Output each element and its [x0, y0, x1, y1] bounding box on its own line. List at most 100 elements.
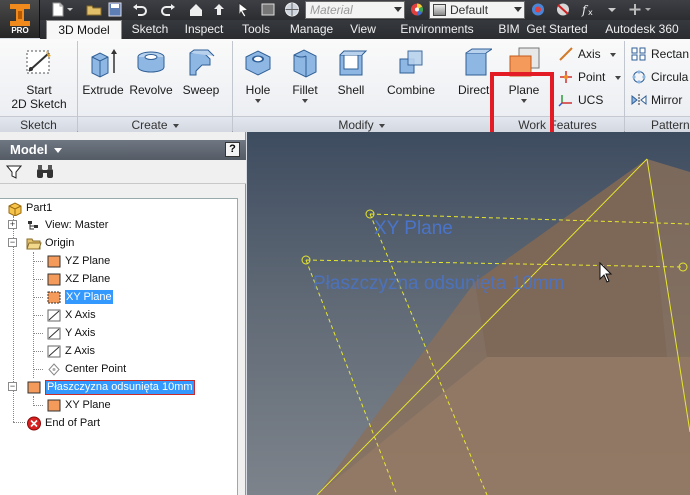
- chevron-down-icon: [610, 52, 617, 57]
- shell-button[interactable]: Shell: [332, 45, 370, 97]
- adjust-appearance-icon[interactable]: [530, 2, 546, 17]
- select-arrow-icon[interactable]: [235, 2, 251, 17]
- material-combo[interactable]: Material: [305, 1, 405, 19]
- browser-help-button[interactable]: ?: [225, 142, 240, 157]
- fillet-label: Fillet: [292, 83, 318, 97]
- combine-icon: [399, 50, 423, 74]
- circular-pattern-button[interactable]: Circula: [629, 68, 690, 86]
- tab-view[interactable]: View: [343, 20, 383, 39]
- combine-button[interactable]: Combine: [384, 45, 438, 97]
- save-icon[interactable]: [107, 2, 123, 17]
- part-icon: [8, 202, 22, 216]
- revolve-label: Revolve: [129, 83, 173, 97]
- tab-tools[interactable]: Tools: [232, 20, 280, 39]
- chevron-down-icon: [302, 99, 308, 103]
- appearance-globe-icon[interactable]: [284, 2, 300, 17]
- browser-title-dropdown[interactable]: Model: [10, 142, 63, 157]
- color-wheel-icon[interactable]: [409, 2, 425, 17]
- parameters-fx-icon[interactable]: fx: [580, 2, 596, 17]
- work-plane-icon: [47, 255, 61, 268]
- solid-plane-face-dark: [475, 159, 667, 357]
- combine-label: Combine: [386, 83, 436, 97]
- tab-sketch[interactable]: Sketch: [124, 20, 176, 39]
- ribbon-tab-bar: 3D Model Sketch Inspect Tools Manage Vie…: [40, 20, 690, 39]
- mirror-button[interactable]: Mirror: [629, 91, 690, 109]
- update-icon[interactable]: [260, 2, 276, 17]
- collapse-toggle[interactable]: −: [8, 382, 17, 391]
- tree-node-label: Z Axis: [65, 345, 95, 357]
- rectangular-label: Rectan: [651, 47, 690, 61]
- work-point-icon: [48, 363, 60, 376]
- work-axis-icon: [47, 309, 61, 322]
- new-file-icon[interactable]: [50, 2, 66, 17]
- filter-icon[interactable]: [6, 164, 22, 179]
- add-icon[interactable]: [627, 2, 643, 17]
- pattern-panel-label: Pattern: [625, 116, 690, 132]
- tree-node-label: XY Plane: [65, 399, 111, 411]
- tab-autodesk-360[interactable]: Autodesk 360: [597, 20, 687, 39]
- return-icon[interactable]: [210, 2, 226, 17]
- revolve-icon: [137, 51, 165, 73]
- sketch-panel-label: Sketch: [0, 116, 77, 132]
- application-menu-button[interactable]: PRO: [0, 0, 40, 38]
- redo-icon[interactable]: [160, 2, 176, 17]
- chevron-down-icon[interactable]: [643, 2, 653, 17]
- fillet-icon: [293, 49, 317, 78]
- find-binoculars-icon[interactable]: [36, 164, 54, 179]
- tab-manage[interactable]: Manage: [280, 20, 343, 39]
- chevron-down-icon: [54, 148, 63, 154]
- chevron-down-icon: [614, 75, 621, 80]
- tab-3d-model[interactable]: 3D Model: [46, 20, 122, 39]
- model-browser: Model ? Part1 + View: Master − Origin YZ…: [0, 132, 246, 495]
- sweep-button[interactable]: Sweep: [180, 45, 222, 97]
- folder-open-icon: [26, 238, 42, 250]
- tree-node-label-editing[interactable]: Płaszczyzna odsunięta 10mm: [45, 380, 195, 395]
- tree-line: [33, 333, 43, 334]
- extrude-icon: [91, 49, 117, 78]
- point-button[interactable]: Point: [556, 68, 626, 86]
- hole-button[interactable]: Hole: [238, 45, 278, 103]
- quick-access-toolbar: Material Default fx: [0, 0, 690, 20]
- pro-badge: PRO: [11, 26, 29, 35]
- tree-node-label: View: Master: [45, 219, 109, 231]
- new-dropdown-icon[interactable]: [66, 2, 74, 17]
- browser-title: Model: [10, 142, 48, 157]
- revolve-button[interactable]: Revolve: [128, 45, 174, 97]
- ucs-button[interactable]: UCS: [556, 91, 616, 109]
- tab-inspect[interactable]: Inspect: [176, 20, 232, 39]
- appearance-combo[interactable]: Default: [429, 1, 525, 19]
- tree-node-label: End of Part: [45, 417, 101, 429]
- fillet-button[interactable]: Fillet: [284, 45, 326, 103]
- appearance-combo-text: Default: [450, 3, 489, 17]
- modify-panel-label[interactable]: Modify: [233, 116, 490, 132]
- extrude-button[interactable]: Extrude: [82, 45, 124, 97]
- chevron-down-icon: [172, 123, 179, 128]
- clear-appearance-icon[interactable]: [555, 2, 571, 17]
- tree-node-label: Y Axis: [65, 327, 96, 339]
- collapse-toggle[interactable]: −: [8, 238, 17, 247]
- create-panel-label[interactable]: Create: [78, 116, 232, 132]
- tab-environments[interactable]: Environments: [385, 20, 489, 39]
- browser-header: Model ?: [0, 140, 246, 160]
- direct-button[interactable]: Direct: [458, 45, 492, 97]
- rectangular-pattern-icon: [631, 47, 646, 61]
- graphics-viewport[interactable]: XY Plane Płaszczyzna odsunięta 10mm: [247, 132, 690, 495]
- material-combo-text: Material: [310, 3, 353, 17]
- start-2d-sketch-button[interactable]: Start 2D Sketch: [8, 45, 70, 111]
- tab-get-started[interactable]: Get Started: [521, 20, 593, 39]
- mirror-label: Mirror: [651, 93, 683, 107]
- rectangular-pattern-button[interactable]: Rectan: [629, 45, 690, 63]
- undo-icon[interactable]: [132, 2, 148, 17]
- work-plane-icon: [47, 273, 61, 286]
- tree-line: [13, 422, 25, 423]
- axis-button[interactable]: Axis: [556, 45, 626, 63]
- home-view-icon[interactable]: [188, 2, 204, 17]
- open-folder-icon[interactable]: [86, 2, 102, 17]
- chevron-down-icon: [514, 7, 522, 12]
- customize-dropdown-icon[interactable]: [604, 2, 620, 17]
- sketch-icon: [26, 50, 51, 74]
- tree-node-label: Origin: [45, 237, 75, 249]
- offset-plane-label: Płaszczyzna odsunięta 10mm: [313, 273, 565, 294]
- expand-toggle[interactable]: +: [8, 220, 17, 229]
- start-2d-sketch-label-1: Start: [26, 83, 52, 97]
